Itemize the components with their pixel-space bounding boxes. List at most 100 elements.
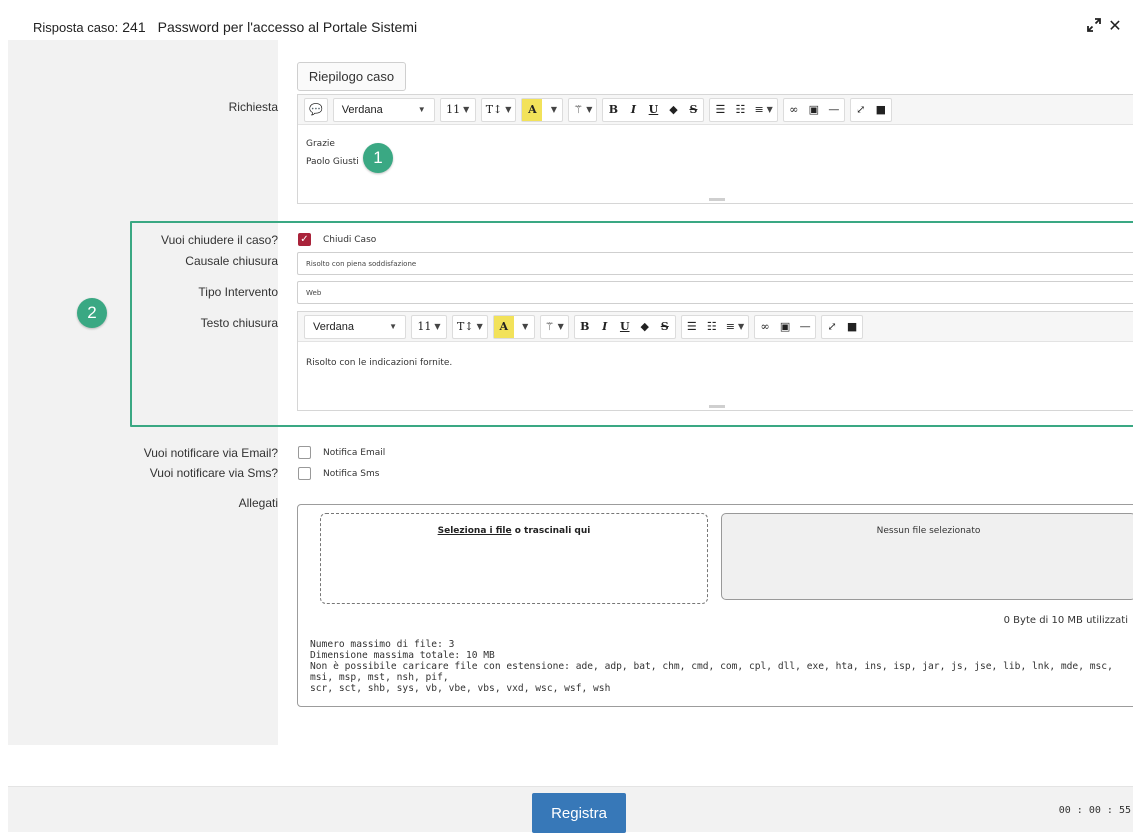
chevron-down-icon: ▼ (586, 105, 593, 114)
eraser-icon[interactable]: ◆ (635, 316, 655, 338)
font-family-value: Verdana (341, 103, 383, 116)
request-label: Richiesta (228, 100, 278, 114)
case-number: 241 (122, 19, 146, 35)
print-icon[interactable]: ■ (842, 316, 862, 338)
font-size-select[interactable]: 11 ▼ (441, 99, 475, 121)
chevron-down-icon: ▼ (737, 322, 745, 331)
bullet-list-icon[interactable]: ☰ (710, 99, 730, 121)
font-size-value: 11 (446, 103, 461, 116)
italic-icon[interactable]: I (595, 316, 615, 338)
magic-wand-icon[interactable]: ⚚ ▼ (569, 99, 596, 121)
email-notify-checkbox[interactable] (298, 446, 311, 459)
upload-info-line: Numero massimo di file: 3 (310, 639, 455, 650)
text-color-icon[interactable]: A (522, 98, 543, 121)
case-summary-button[interactable]: Riepilogo caso (297, 62, 406, 91)
italic-icon[interactable]: I (623, 99, 643, 121)
chevron-down-icon: ▼ (557, 322, 564, 331)
upload-usage: 0 Byte di 10 MB utilizzati (1003, 615, 1128, 626)
font-size-select[interactable]: 11 ▼ (412, 316, 446, 338)
request-editor-toolbar: 💬 Verdana ▼ 11 ▼ T↕ ▼ A ▼ ⚚ ▼ B I U ◆ S ☰ ☷ … (298, 95, 1133, 125)
font-family-select[interactable]: Verdana ▼ (334, 99, 434, 121)
underline-icon[interactable]: U (615, 316, 635, 338)
sms-question-label: Vuoi notificare via Sms? (149, 466, 278, 480)
text-color-icon[interactable]: A (493, 315, 514, 338)
align-icon[interactable]: ≡ ▼ (750, 99, 776, 121)
strikethrough-icon[interactable]: S (655, 316, 675, 338)
session-timer: 00 : 00 : 55 (1058, 805, 1131, 816)
chevron-down-icon[interactable]: ▼ (514, 316, 534, 338)
closing-editor-content[interactable]: Risolto con le indicazioni fornite. (306, 356, 1128, 370)
case-subject: Password per l'accesso al Portale Sistem… (157, 19, 418, 35)
chevron-down-icon: ▼ (766, 105, 773, 114)
chevron-down-icon: ▼ (505, 105, 512, 114)
magic-wand-icon[interactable]: ⚚ ▼ (541, 316, 568, 338)
text-style-icon[interactable]: T↕ ▼ (453, 316, 487, 338)
upload-info-line: scr, sct, shb, sys, vb, vbe, vbs, vxd, w… (310, 683, 611, 694)
underline-icon[interactable]: U (643, 99, 663, 121)
save-button[interactable]: Registra (532, 793, 626, 833)
sms-notify-checkbox[interactable] (298, 467, 311, 480)
close-case-checkbox[interactable]: ✓ (298, 233, 311, 246)
chevron-down-icon[interactable]: ▼ (542, 99, 562, 121)
select-files-link[interactable]: Seleziona i file (438, 526, 512, 536)
closing-text-line: Risolto con le indicazioni fornite. (306, 358, 453, 368)
link-icon[interactable]: ∞ (755, 316, 775, 338)
sms-notify-label: Notifica Sms (323, 469, 380, 479)
request-editor-content[interactable]: Grazie Paolo Giusti (306, 137, 1128, 169)
request-line: Grazie (306, 139, 335, 149)
print-icon[interactable]: ■ (871, 99, 891, 121)
annotation-badge-2: 2 (77, 298, 107, 328)
reason-select-value: Risolto con piena soddisfazione (306, 259, 417, 268)
upload-info: Numero massimo di file: 3 Dimensione mas… (310, 639, 1130, 694)
request-editor[interactable]: 💬 Verdana ▼ 11 ▼ T↕ ▼ A ▼ ⚚ ▼ B I U ◆ S ☰ ☷ … (297, 94, 1133, 204)
numbered-list-icon[interactable]: ☷ (702, 316, 722, 338)
file-status-text: Nessun file selezionato (876, 526, 981, 536)
bold-icon[interactable]: B (575, 316, 595, 338)
request-line: Paolo Giusti (306, 157, 359, 167)
reason-label: Causale chiusura (185, 254, 278, 268)
bold-icon[interactable]: B (603, 99, 623, 121)
numbered-list-icon[interactable]: ☷ (730, 99, 750, 121)
font-family-value: Verdana (313, 320, 354, 333)
file-dropzone[interactable]: Seleziona i file o trascinali qui (320, 513, 708, 604)
intervention-select[interactable]: Web (297, 281, 1133, 304)
annotation-badge-1: 1 (363, 143, 393, 173)
intervention-select-value: Web (306, 288, 322, 297)
case-label: Risposta caso: (33, 20, 119, 35)
chevron-down-icon: ▼ (476, 322, 483, 331)
align-icon[interactable]: ≡ ▼ (722, 316, 748, 338)
eraser-icon[interactable]: ◆ (663, 99, 683, 121)
dropzone-text: o trascinali qui (511, 526, 591, 536)
close-case-label: Chiudi Caso (323, 235, 377, 245)
closing-editor-toolbar: Verdana ▼ 11 ▼ T↕ ▼ A ▼ ⚚ ▼ B I U ◆ S ☰ ☷ ≡ ▼… (298, 312, 1133, 342)
strikethrough-icon[interactable]: S (683, 99, 703, 121)
horizontal-rule-icon[interactable]: — (824, 99, 844, 121)
expand-icon[interactable] (1083, 14, 1105, 36)
closing-text-editor[interactable]: Verdana ▼ 11 ▼ T↕ ▼ A ▼ ⚚ ▼ B I U ◆ S ☰ ☷ ≡ ▼… (297, 311, 1133, 411)
resize-handle[interactable] (709, 405, 725, 408)
resize-handle[interactable] (709, 198, 725, 201)
close-icon[interactable]: ✕ (1104, 14, 1126, 36)
upload-info-line: Non è possibile caricare file con estens… (310, 661, 1113, 683)
bullet-list-icon[interactable]: ☰ (682, 316, 702, 338)
dialog-title: Risposta caso: 241 Password per l'accesso … (33, 19, 417, 35)
text-style-icon[interactable]: T↕ ▼ (482, 99, 516, 121)
font-family-select[interactable]: Verdana ▼ (305, 316, 405, 338)
chevron-down-icon: ▼ (463, 105, 470, 114)
link-icon[interactable]: ∞ (784, 99, 804, 121)
image-icon[interactable]: ▣ (775, 316, 795, 338)
close-question-label: Vuoi chiudere il caso? (161, 233, 278, 247)
email-question-label: Vuoi notificare via Email? (143, 446, 278, 460)
email-notify-label: Notifica Email (323, 448, 386, 458)
image-icon[interactable]: ▣ (804, 99, 824, 121)
closing-text-label: Testo chiusura (200, 316, 278, 330)
reason-select[interactable]: Risolto con piena soddisfazione (297, 252, 1133, 275)
horizontal-rule-icon[interactable]: — (795, 316, 815, 338)
attachments-label: Allegati (238, 496, 278, 510)
upload-panel: Seleziona i file o trascinali qui Nessun… (297, 504, 1133, 707)
comment-icon[interactable]: 💬 (305, 99, 327, 121)
chevron-down-icon: ▼ (417, 105, 426, 114)
intervention-label: Tipo Intervento (198, 285, 278, 299)
fullscreen-icon[interactable]: ⤢ (851, 99, 871, 121)
fullscreen-icon[interactable]: ⤢ (822, 316, 842, 338)
